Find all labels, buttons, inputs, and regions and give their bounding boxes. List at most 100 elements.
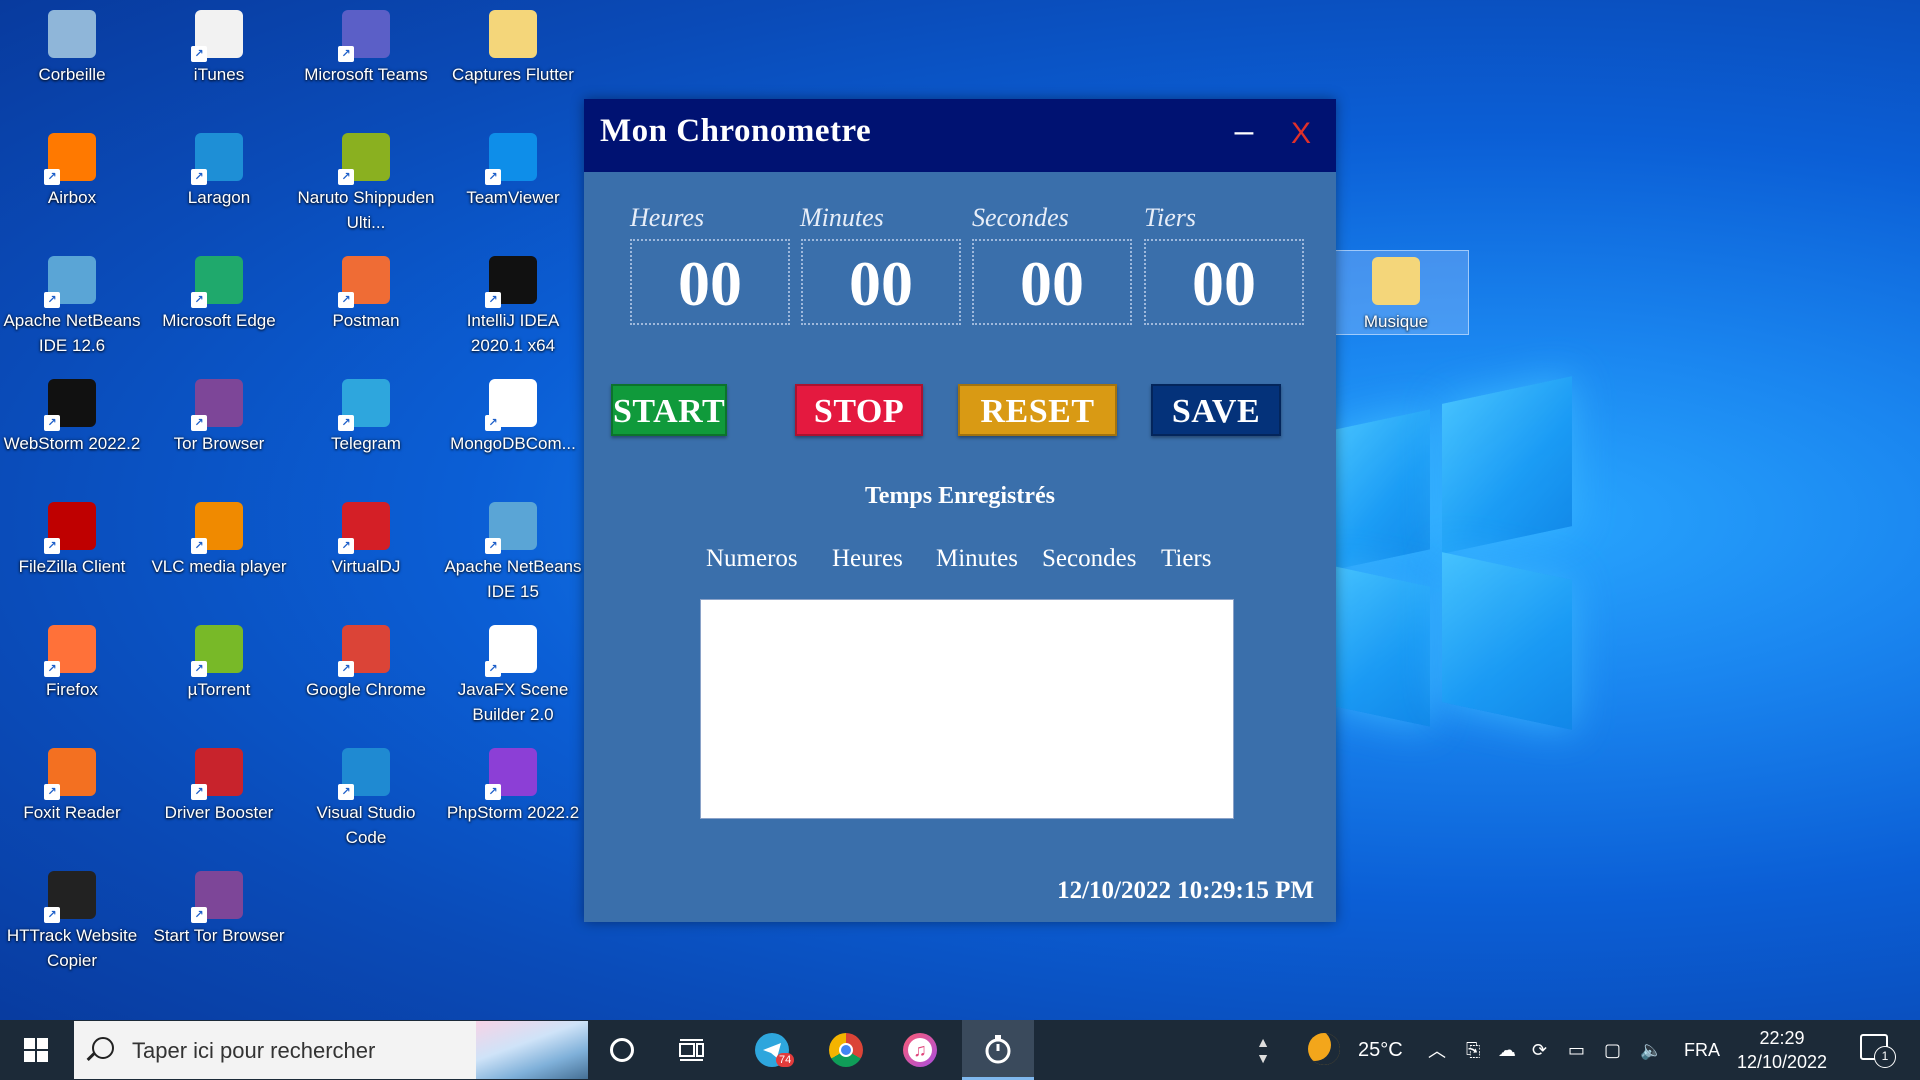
shortcut-arrow-icon: ↗ (338, 784, 354, 800)
desktop-icon[interactable]: ↗ Driver Booster (147, 742, 291, 825)
desktop-icon-label: HTTrack Website Copier (6, 926, 138, 970)
desktop-icon-label: Microsoft Edge (162, 311, 276, 330)
cortana-button[interactable] (594, 1020, 650, 1080)
recycle-bin-icon (48, 10, 96, 58)
chrome-icon: ↗ (338, 625, 390, 677)
minimize-button[interactable]: – (1229, 113, 1259, 153)
show-hidden-icons-button[interactable]: ︿ (1428, 1020, 1446, 1080)
desktop-icon[interactable]: ↗ WebStorm 2022.2 (0, 373, 144, 456)
weather-temperature[interactable]: 25°C (1358, 1020, 1403, 1080)
task-view-button[interactable] (664, 1020, 720, 1080)
shortcut-arrow-icon: ↗ (44, 907, 60, 923)
desktop-icon[interactable]: ↗ Visual Studio Code (294, 742, 438, 850)
volume-icon[interactable]: 🔈 (1640, 1020, 1662, 1080)
network-icon[interactable]: ▢ (1604, 1020, 1621, 1080)
postman-icon: ↗ (338, 256, 390, 308)
meet-now-icon[interactable]: ⎘ (1466, 1020, 1480, 1080)
update-icon[interactable]: ⟳ (1532, 1020, 1547, 1080)
taskbar-clock[interactable]: 22:29 12/10/2022 (1728, 1026, 1836, 1074)
notification-center-icon[interactable]: 1 (1860, 1034, 1896, 1068)
desktop-icon[interactable]: ↗ MongoDBCom... (441, 373, 585, 456)
utorrent-icon: ↗ (191, 625, 243, 677)
shortcut-arrow-icon: ↗ (485, 169, 501, 185)
taskbar-search-box[interactable]: Taper ici pour rechercher (74, 1021, 588, 1079)
stop-button[interactable]: STOP (795, 384, 923, 436)
desktop-icon[interactable]: ↗ Laragon (147, 127, 291, 210)
desktop-icon-label: WebStorm 2022.2 (3, 434, 141, 453)
desktop-icon[interactable]: Musique (1323, 250, 1469, 335)
desktop-icon[interactable]: ↗ HTTrack Website Copier (0, 865, 144, 973)
taskbar-telegram[interactable]: 74 (736, 1020, 808, 1080)
desktop-icon[interactable]: ↗ FileZilla Client (0, 496, 144, 579)
clock-date: 12/10/2022 (1736, 1052, 1828, 1072)
desktop-icon-label: iTunes (193, 65, 245, 84)
desktop-icon-label: Corbeille (38, 65, 106, 84)
onedrive-icon[interactable]: ☁ (1498, 1020, 1516, 1080)
desktop-icon[interactable]: ↗ Telegram (294, 373, 438, 456)
desktop-icon-label: Telegram (331, 434, 401, 453)
window-title: Mon Chronometre (600, 113, 872, 149)
edge-icon: ↗ (191, 256, 243, 308)
vscode-icon: ↗ (338, 748, 390, 800)
desktop-icon[interactable]: ↗ iTunes (147, 4, 291, 87)
shortcut-arrow-icon: ↗ (44, 784, 60, 800)
airbox-icon: ↗ (44, 133, 96, 185)
desktop-icon[interactable]: ↗ Naruto Shippuden Ulti... (294, 127, 438, 235)
desktop-icon[interactable]: ↗ Microsoft Teams (294, 4, 438, 87)
desktop-icon[interactable]: ↗ Apache NetBeans IDE 15 (441, 496, 585, 604)
saved-times-list[interactable] (700, 599, 1234, 819)
desktop-icon[interactable]: ↗ Foxit Reader (0, 742, 144, 825)
intellij-icon: ↗ (485, 256, 537, 308)
tor-browser-icon: ↗ (191, 379, 243, 431)
desktop-icon[interactable]: ↗ VLC media player (147, 496, 291, 579)
desktop-icon[interactable]: ↗ Firefox (0, 619, 144, 702)
desktop-icon-label: VLC media player (151, 557, 287, 576)
start-menu-button[interactable] (0, 1020, 72, 1080)
desktop-icon[interactable]: ↗ Tor Browser (147, 373, 291, 456)
taskbar-scroll[interactable]: ▲ ▼ (1252, 1020, 1274, 1080)
desktop-icon[interactable]: Corbeille (0, 4, 144, 87)
search-icon (92, 1037, 114, 1059)
input-language[interactable]: FRA (1684, 1020, 1720, 1080)
cortana-icon (610, 1038, 634, 1062)
desktop-icon-label: Microsoft Teams (304, 65, 428, 84)
desktop-icon[interactable]: ↗ Microsoft Edge (147, 250, 291, 333)
teams-icon: ↗ (338, 10, 390, 62)
desktop-icon-label: Apache NetBeans IDE 15 (444, 557, 582, 601)
desktop-icon[interactable]: ↗ µTorrent (147, 619, 291, 702)
title-bar[interactable]: Mon Chronometre – X (584, 99, 1336, 172)
chevron-down-icon[interactable]: ▼ (1256, 1050, 1270, 1066)
taskbar-chrome[interactable] (810, 1020, 882, 1080)
shortcut-arrow-icon: ↗ (191, 46, 207, 62)
shortcut-arrow-icon: ↗ (338, 169, 354, 185)
taskbar-itunes[interactable]: ♫ (884, 1020, 956, 1080)
desktop-icon[interactable]: ↗ JavaFX Scene Builder 2.0 (441, 619, 585, 727)
desktop-icon[interactable]: ↗ Google Chrome (294, 619, 438, 702)
desktop-icon[interactable]: ↗ Airbox (0, 127, 144, 210)
shortcut-arrow-icon: ↗ (191, 784, 207, 800)
telegram-badge: 74 (776, 1053, 795, 1067)
desktop-icon-label: Visual Studio Code (316, 803, 416, 847)
desktop-icon[interactable]: ↗ PhpStorm 2022.2 (441, 742, 585, 825)
close-button[interactable]: X (1284, 113, 1318, 155)
desktop-icon[interactable]: ↗ VirtualDJ (294, 496, 438, 579)
laragon-icon: ↗ (191, 133, 243, 185)
start-button[interactable]: START (611, 384, 727, 436)
desktop-icon[interactable]: ↗ Start Tor Browser (147, 865, 291, 948)
chevron-up-icon[interactable]: ▲ (1256, 1034, 1270, 1050)
firefox-icon: ↗ (44, 625, 96, 677)
netbeans-icon: ↗ (485, 502, 537, 554)
desktop-icon-label: Musique (1363, 312, 1429, 331)
battery-icon[interactable]: ▭ (1568, 1020, 1585, 1080)
desktop-icon[interactable]: ↗ IntelliJ IDEA 2020.1 x64 (441, 250, 585, 358)
save-button[interactable]: SAVE (1151, 384, 1281, 436)
desktop-icon[interactable]: ↗ Apache NetBeans IDE 12.6 (0, 250, 144, 358)
moon-weather-icon[interactable] (1308, 1033, 1340, 1065)
minutes-display: 00 (801, 239, 961, 325)
desktop-icon[interactable]: Captures Flutter (441, 4, 585, 87)
desktop-icon[interactable]: ↗ Postman (294, 250, 438, 333)
taskbar-chronometre[interactable] (962, 1020, 1034, 1080)
search-highlight-image (476, 1021, 588, 1079)
desktop-icon[interactable]: ↗ TeamViewer (441, 127, 585, 210)
reset-button[interactable]: RESET (958, 384, 1117, 436)
